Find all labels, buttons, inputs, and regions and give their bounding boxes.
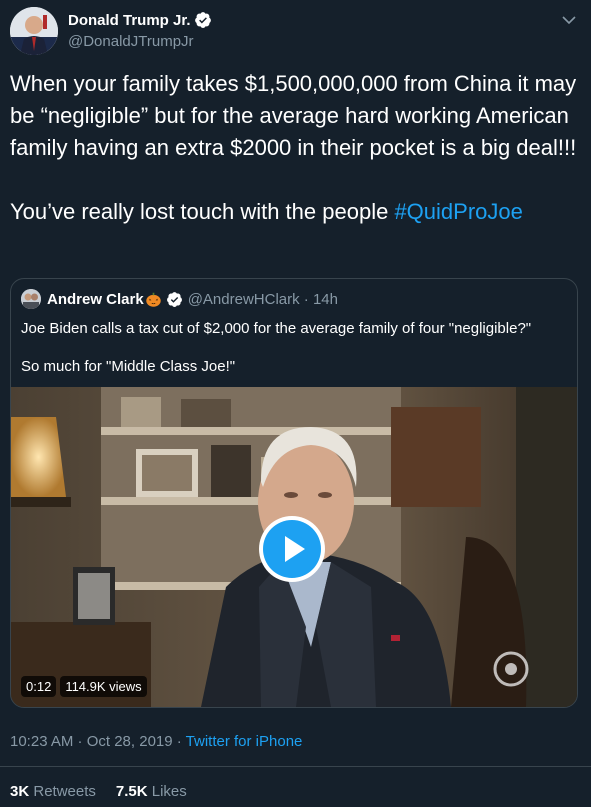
quoted-line-1: Joe Biden calls a tax cut of $2,000 for … (21, 320, 532, 337)
tweet-paragraph-1: When your family takes $1,500,000,000 fr… (10, 71, 577, 160)
author-block: Donald Trump Jr. @DonaldJTrumpJr (68, 10, 212, 50)
video-player[interactable]: 0:12 114.9K views (11, 387, 577, 707)
quoted-tweet[interactable]: Andrew Clark @AndrewHClark · 14h Joe Bid… (10, 278, 578, 708)
quoted-line-2: So much for "Middle Class Joe!" (21, 358, 236, 375)
author-avatar[interactable] (10, 7, 58, 55)
quoted-author-avatar[interactable] (21, 289, 41, 309)
tweet-paragraph-2: You’ve really lost touch with the people… (10, 196, 582, 228)
author-handle[interactable]: @DonaldJTrumpJr (68, 33, 212, 50)
divider (0, 766, 591, 767)
tweet-paragraph-2-text: You’ve really lost touch with the people (10, 199, 395, 224)
likes-stat[interactable]: 7.5K Likes (116, 783, 187, 800)
play-icon (285, 536, 305, 562)
tweet-stats: 3K Retweets 7.5K Likes (10, 783, 207, 800)
quoted-verified-badge-icon (166, 291, 182, 307)
video-views-badge: 114.9K views (60, 676, 147, 697)
quoted-tweet-header: Andrew Clark @AndrewHClark · 14h (21, 289, 338, 309)
quoted-tweet-text: Joe Biden calls a tax cut of $2,000 for … (21, 319, 569, 377)
play-button-inner (263, 520, 321, 578)
likes-count: 7.5K (115, 783, 148, 800)
retweets-label: Retweets (29, 783, 96, 800)
video-badges: 0:12 114.9K views (21, 676, 151, 697)
tweet-card: Donald Trump Jr. @DonaldJTrumpJr When yo… (0, 0, 591, 807)
quoted-avatar-photo (21, 289, 41, 309)
tweet-timestamp[interactable]: 10:23 AM · Oct 28, 2019 · (10, 733, 186, 750)
avatar-photo (10, 7, 58, 55)
retweets-count: 3K (10, 783, 30, 800)
verified-badge-icon (194, 12, 211, 28)
quoted-author-name[interactable]: Andrew Clark (47, 291, 144, 308)
play-button[interactable] (259, 516, 325, 582)
tweet-meta: 10:23 AM · Oct 28, 2019 · Twitter for iP… (10, 733, 302, 750)
hashtag-link[interactable]: #QuidProJoe (394, 199, 522, 224)
chevron-down-icon[interactable] (561, 12, 577, 28)
author-name[interactable]: Donald Trump Jr. (68, 12, 191, 29)
tweet-source-link[interactable]: Twitter for iPhone (186, 733, 303, 750)
tweet-text: When your family takes $1,500,000,000 fr… (10, 68, 582, 228)
retweets-stat[interactable]: 3K Retweets (10, 783, 96, 800)
likes-label: Likes (147, 783, 187, 800)
quoted-handle-time: @AndrewHClark · 14h (187, 290, 338, 308)
video-duration-badge: 0:12 (21, 676, 57, 697)
pumpkin-emoji-icon (145, 292, 161, 307)
